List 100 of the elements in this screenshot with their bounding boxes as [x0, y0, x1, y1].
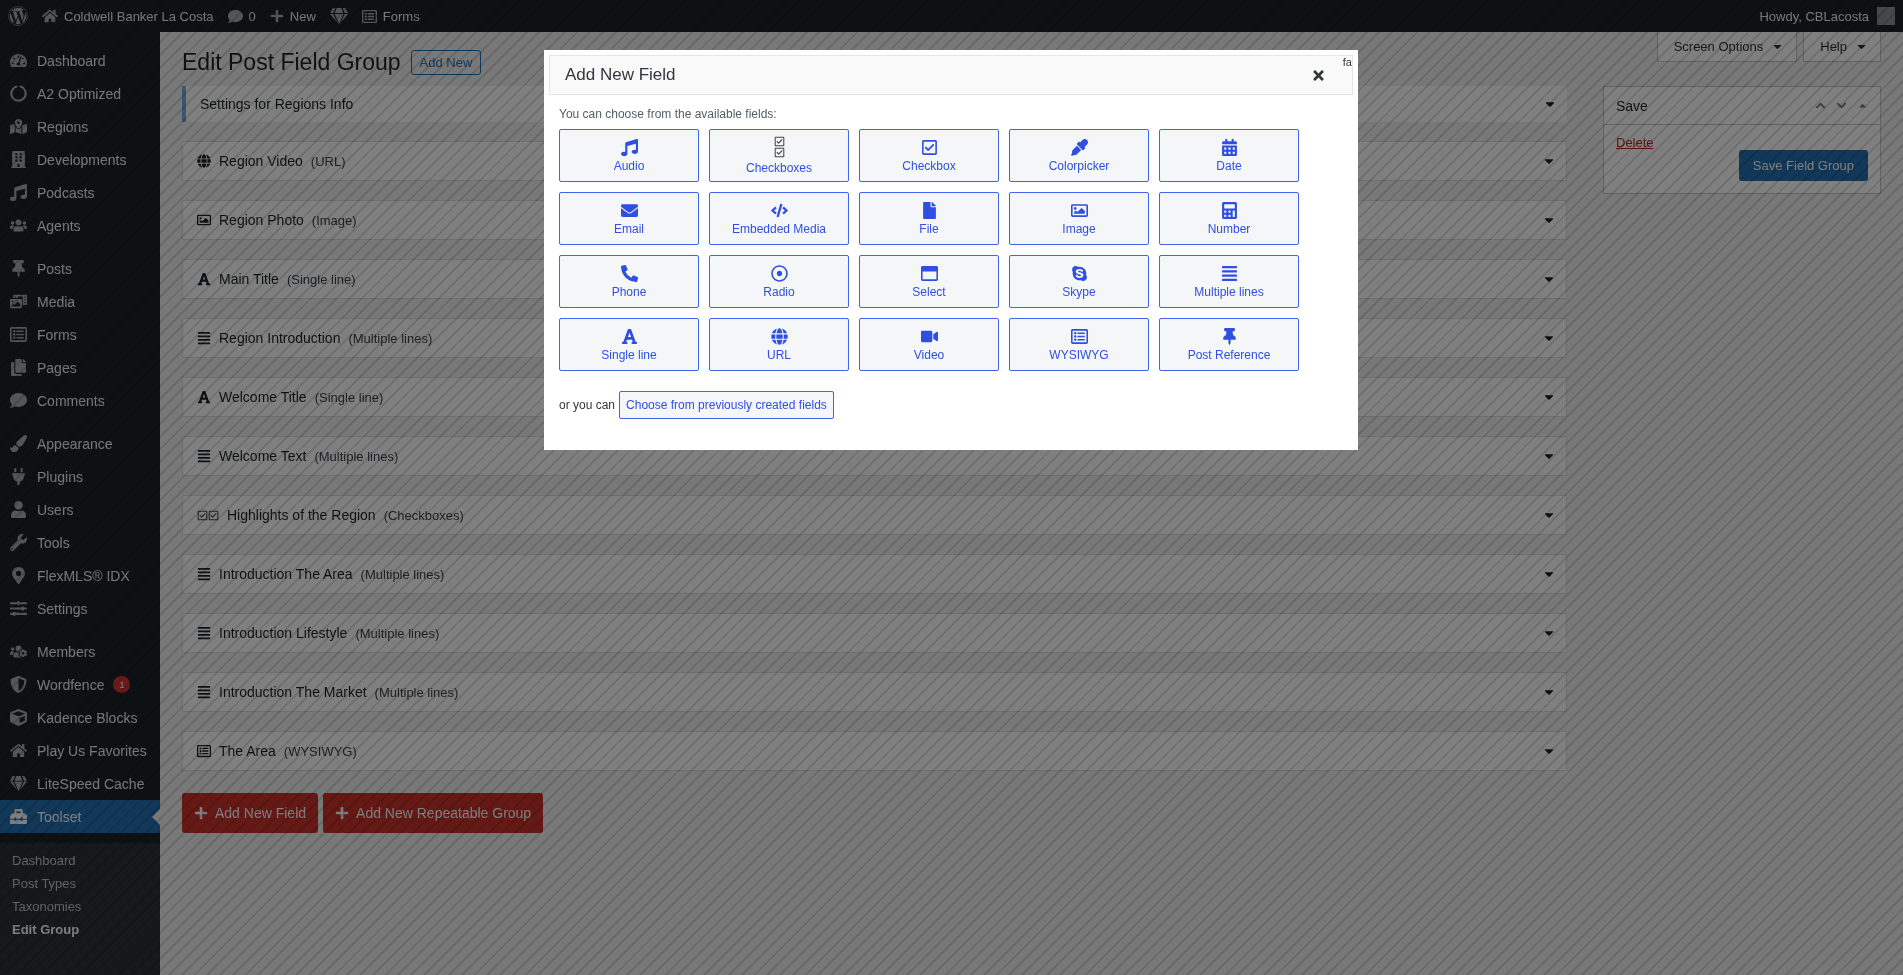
field-type-button[interactable]: Colorpicker	[1009, 129, 1149, 182]
menu-item[interactable]: Toolset	[0, 800, 160, 833]
lines-icon	[197, 567, 211, 581]
field-type-button[interactable]: Radio	[709, 255, 849, 308]
diamond-icon[interactable]	[329, 7, 348, 25]
menu-item[interactable]: Plugins	[0, 460, 160, 493]
chevron-down-icon[interactable]	[1836, 100, 1847, 111]
eyedropper-icon	[1070, 138, 1088, 156]
menu-label: Comments	[37, 392, 105, 409]
plus-icon	[269, 9, 284, 23]
field-name: Region Introduction	[219, 330, 341, 346]
field-type-button[interactable]: Number	[1159, 192, 1299, 245]
close-icon[interactable]	[1311, 67, 1326, 83]
menu-item[interactable]: Developments	[0, 143, 160, 176]
menu-label: Plugins	[37, 468, 83, 485]
menu-item[interactable]: Comments	[0, 384, 160, 417]
comment-icon	[8, 392, 28, 409]
field-type-button[interactable]: Embedded Media	[709, 192, 849, 245]
forms-link[interactable]: Forms	[361, 8, 420, 24]
media-icon	[8, 293, 28, 310]
menu-item[interactable]: Play Us Favorites	[0, 734, 160, 767]
menu-item[interactable]: Forms	[0, 318, 160, 351]
menu-label: Developments	[37, 151, 127, 168]
new-link[interactable]: New	[269, 8, 316, 24]
menu-item[interactable]: Pages	[0, 351, 160, 384]
field-type: (Multiple lines)	[355, 625, 440, 641]
field-type-button[interactable]: Single line	[559, 318, 699, 371]
calendar-icon	[1220, 138, 1238, 156]
site-name-link[interactable]: Coldwell Banker La Costa	[42, 8, 214, 24]
add-button[interactable]: Add New Field	[182, 793, 319, 833]
wordpress-logo-icon[interactable]	[8, 6, 28, 26]
chevron-up-icon[interactable]	[1815, 100, 1826, 111]
field-type-button[interactable]: Checkbox	[859, 129, 999, 182]
field-row[interactable]: Highlights of the Region (Checkboxes)	[182, 495, 1567, 535]
field-name: Region Photo	[219, 212, 304, 228]
field-row[interactable]: Introduction The Area (Multiple lines)	[182, 554, 1567, 594]
menu-item[interactable]: Posts	[0, 252, 160, 285]
menu-label: Kadence Blocks	[37, 709, 138, 726]
choose-existing-button[interactable]: Choose from previously created fields	[619, 391, 834, 419]
calculator-icon	[1220, 201, 1238, 219]
field-type-button[interactable]: Audio	[559, 129, 699, 182]
menu-item[interactable]: LiteSpeed Cache	[0, 767, 160, 800]
corner-text: fa	[1342, 56, 1352, 68]
menu-item[interactable]: Regions	[0, 110, 160, 143]
settings-title: Settings for Regions Info	[200, 96, 354, 112]
toolbox-icon	[8, 808, 28, 825]
house-icon	[42, 8, 58, 24]
image-icon	[197, 213, 211, 227]
menu-item[interactable]: Settings	[0, 592, 160, 625]
menu-label: Members	[37, 643, 96, 660]
field-type-button[interactable]: Email	[559, 192, 699, 245]
field-name: Welcome Text	[219, 448, 307, 464]
menu-item[interactable]: Dashboard	[0, 44, 160, 77]
field-name: Introduction The Market	[219, 684, 367, 700]
field-row[interactable]: The Area (WYSIWYG)	[182, 731, 1567, 771]
menu-item[interactable]: Users	[0, 493, 160, 526]
menu-item[interactable]: Agents	[0, 209, 160, 242]
field-row[interactable]: Introduction Lifestyle (Multiple lines)	[182, 613, 1567, 653]
field-row[interactable]: Introduction The Market (Multiple lines)	[182, 672, 1567, 712]
greeting-link[interactable]: Howdy, CBLacosta	[1759, 8, 1869, 24]
menu-item[interactable]: FlexMLS® IDX	[0, 559, 160, 592]
field-type-button[interactable]: Multiple lines	[1159, 255, 1299, 308]
save-button[interactable]: Save Field Group	[1738, 150, 1868, 181]
comments-link[interactable]: 0	[227, 8, 256, 24]
field-type-button[interactable]: Select	[859, 255, 999, 308]
field-type-button[interactable]: Checkboxes	[709, 129, 849, 182]
screen-meta-tab[interactable]: Help	[1803, 32, 1881, 62]
field-type-button[interactable]: Skype	[1009, 255, 1149, 308]
field-type-button[interactable]: URL	[709, 318, 849, 371]
menu-item[interactable]: A2 Optimized	[0, 77, 160, 110]
checkbox-icon	[920, 138, 938, 156]
menu-item[interactable]: Wordfence 1	[0, 668, 160, 701]
menu-item[interactable]: Media	[0, 285, 160, 318]
menu-item[interactable]: Kadence Blocks	[0, 701, 160, 734]
menu-item[interactable]: Appearance	[0, 427, 160, 460]
field-type-button[interactable]: Phone	[559, 255, 699, 308]
field-type: (Single line)	[314, 389, 384, 405]
count-badge: 1	[113, 676, 131, 693]
field-type-button[interactable]: Image	[1009, 192, 1149, 245]
field-type-button[interactable]: File	[859, 192, 999, 245]
house-icon	[8, 742, 28, 759]
field-type-button[interactable]: Post Reference	[1159, 318, 1299, 371]
add-new-button[interactable]: Add New	[410, 50, 482, 75]
field-type-button[interactable]: Video	[859, 318, 999, 371]
field-type: (Multiple lines)	[314, 448, 399, 464]
field-type-button[interactable]: WYSIWYG	[1009, 318, 1149, 371]
menu-item[interactable]: Podcasts	[0, 176, 160, 209]
menu-item[interactable]: Tools	[0, 526, 160, 559]
field-name: The Area	[219, 743, 276, 759]
field-type-button[interactable]: Date	[1159, 129, 1299, 182]
screen-meta-tab[interactable]: Screen Options	[1656, 32, 1798, 62]
menu-item[interactable]: Members	[0, 635, 160, 668]
page-title: Edit Post Field Group	[182, 49, 401, 76]
menu-label: FlexMLS® IDX	[37, 567, 130, 584]
delete-link[interactable]: Delete	[1616, 135, 1654, 150]
envelope-icon	[620, 201, 638, 219]
music-icon	[620, 138, 638, 156]
form-icon	[361, 8, 377, 24]
checkboxes-icon	[773, 136, 785, 158]
add-button[interactable]: Add New Repeatable Group	[323, 793, 544, 833]
